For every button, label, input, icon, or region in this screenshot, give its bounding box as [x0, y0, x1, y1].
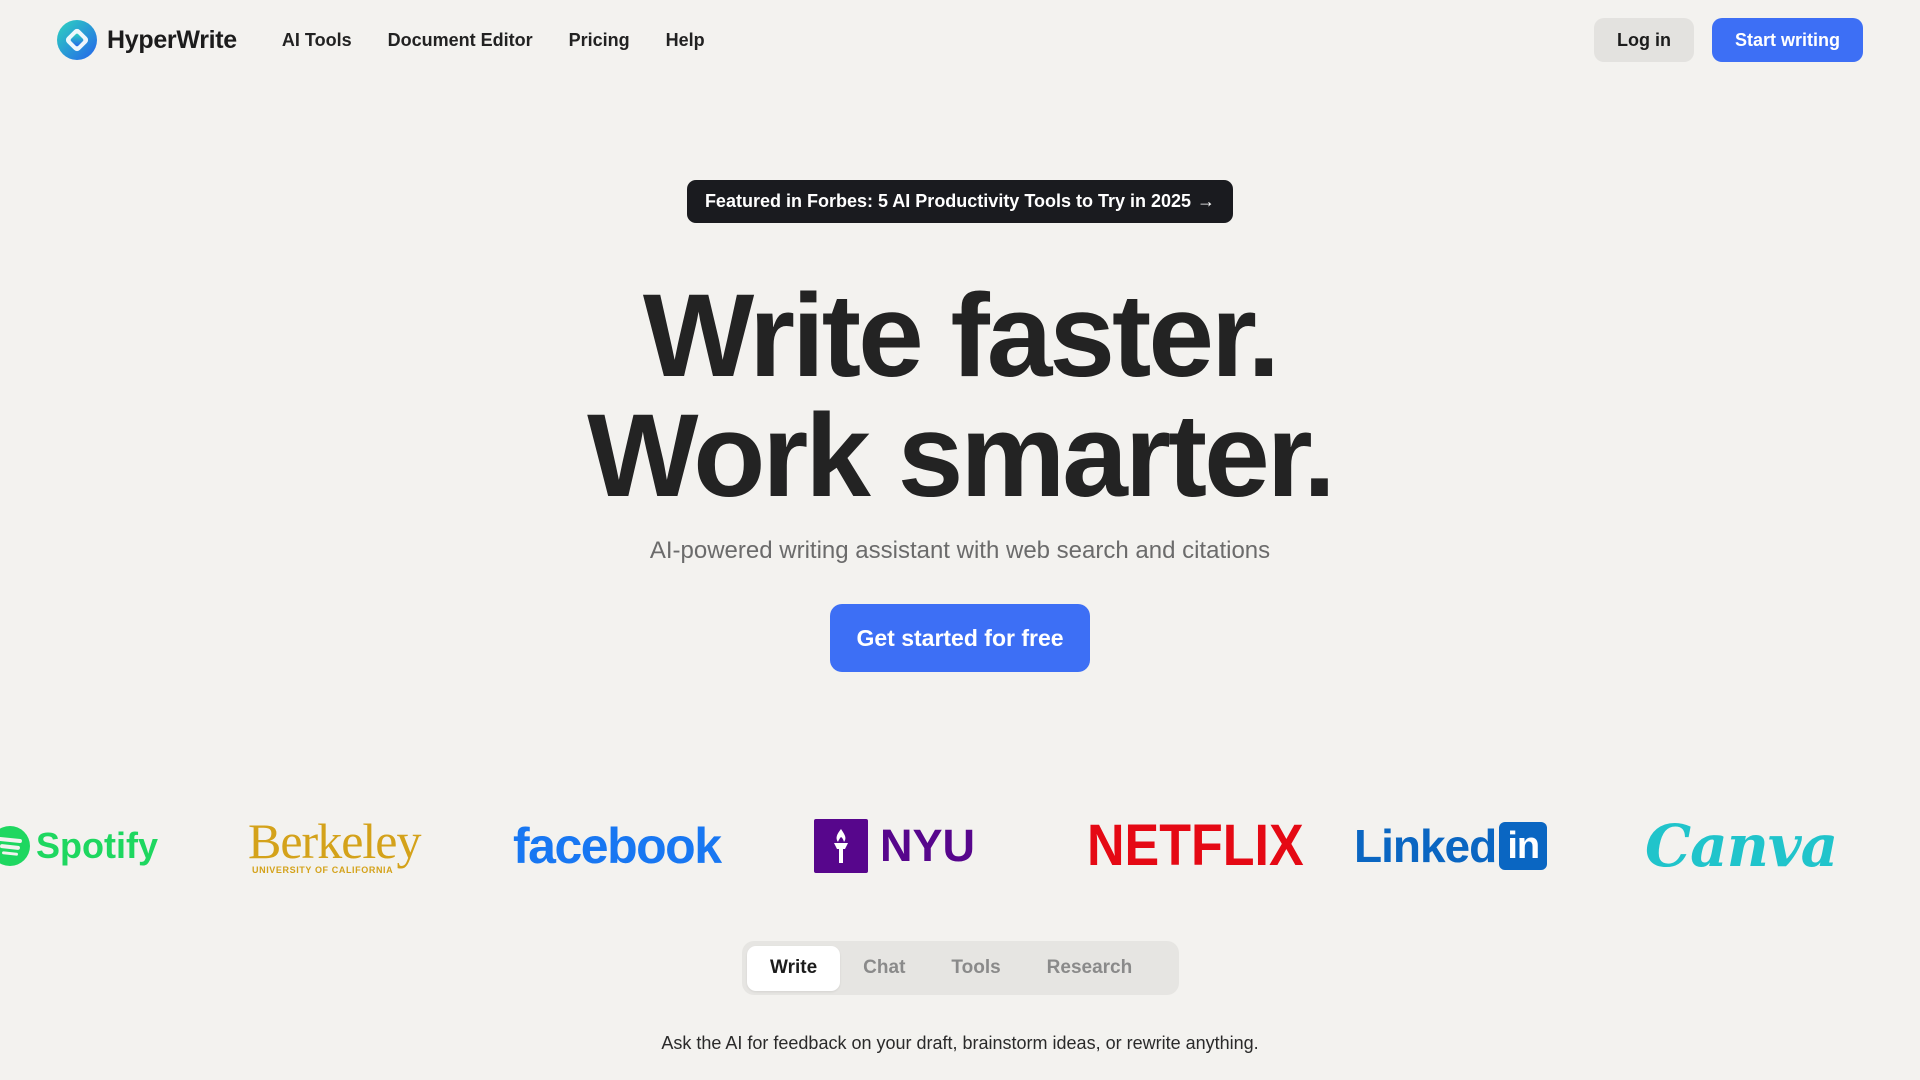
berkeley-logo: Berkeley UNIVERSITY OF CALIFORNIA	[248, 806, 421, 886]
linkedin-wordmark: Linked	[1354, 820, 1497, 872]
nav-link-help[interactable]: Help	[666, 30, 705, 51]
nav-link-pricing[interactable]: Pricing	[569, 30, 630, 51]
berkeley-wordmark: Berkeley	[248, 813, 421, 869]
facebook-logo: facebook	[513, 806, 722, 886]
nav-link-document-editor[interactable]: Document Editor	[388, 30, 533, 51]
tab-research[interactable]: Research	[1024, 946, 1156, 991]
nav-link-ai-tools[interactable]: AI Tools	[282, 30, 352, 51]
facebook-wordmark: facebook	[513, 818, 722, 874]
nyu-torch-icon	[814, 819, 868, 873]
feature-tabs: Write Chat Tools Research	[742, 941, 1179, 995]
netflix-logo: NETFLIX	[1087, 801, 1304, 891]
arrow-right-icon: →	[1197, 191, 1216, 211]
tab-description: Ask the AI for feedback on your draft, b…	[661, 1033, 1259, 1053]
hero-subheadline: AI-powered writing assistant with web se…	[649, 537, 1271, 564]
featured-banner-link[interactable]: Featured in Forbes: 5 AI Productivity To…	[687, 180, 1233, 223]
spotify-wordmark: Spotify	[36, 825, 158, 866]
tab-write[interactable]: Write	[747, 945, 841, 991]
hero-headline: Write faster. Work smarter.	[0, 276, 1920, 516]
canva-logo: Canva	[1645, 806, 1838, 886]
landing-page: HyperWrite AI Tools Document Editor Pric…	[0, 0, 1920, 1080]
spotify-circle-icon	[0, 826, 30, 866]
get-started-button[interactable]: Get started for free	[830, 604, 1090, 672]
nyu-logo: NYU	[814, 806, 975, 886]
hyperwrite-logo-icon	[57, 20, 97, 60]
spotify-logo: Spotify	[0, 806, 158, 886]
headline-line-2: Work smarter.	[587, 390, 1336, 522]
headline-line-1: Write faster.	[642, 270, 1280, 402]
tab-chat[interactable]: Chat	[840, 946, 928, 991]
start-writing-button[interactable]: Start writing	[1711, 18, 1863, 62]
top-nav: HyperWrite AI Tools Document Editor Pric…	[0, 0, 1920, 80]
netflix-wordmark: NETFLIX	[1087, 813, 1304, 879]
brand-home-link[interactable]: HyperWrite	[57, 20, 237, 60]
brand-name: HyperWrite	[107, 25, 237, 54]
login-button[interactable]: Log in	[1594, 18, 1694, 62]
canva-wordmark: Canva	[1645, 812, 1838, 880]
nav-links: AI Tools Document Editor Pricing Help	[282, 30, 705, 51]
featured-text: Featured in Forbes: 5 AI Productivity To…	[704, 191, 1192, 211]
berkeley-subtitle: UNIVERSITY OF CALIFORNIA	[252, 865, 394, 875]
customer-logos-strip: Spotify Berkeley UNIVERSITY OF CALIFORNI…	[0, 806, 1920, 886]
tab-tools[interactable]: Tools	[928, 946, 1023, 991]
linkedin-logo: Linked in	[1354, 806, 1548, 886]
linkedin-in-icon: in	[1499, 822, 1548, 870]
nav-actions: Log in Start writing	[1594, 18, 1863, 62]
nyu-wordmark: NYU	[880, 820, 976, 871]
